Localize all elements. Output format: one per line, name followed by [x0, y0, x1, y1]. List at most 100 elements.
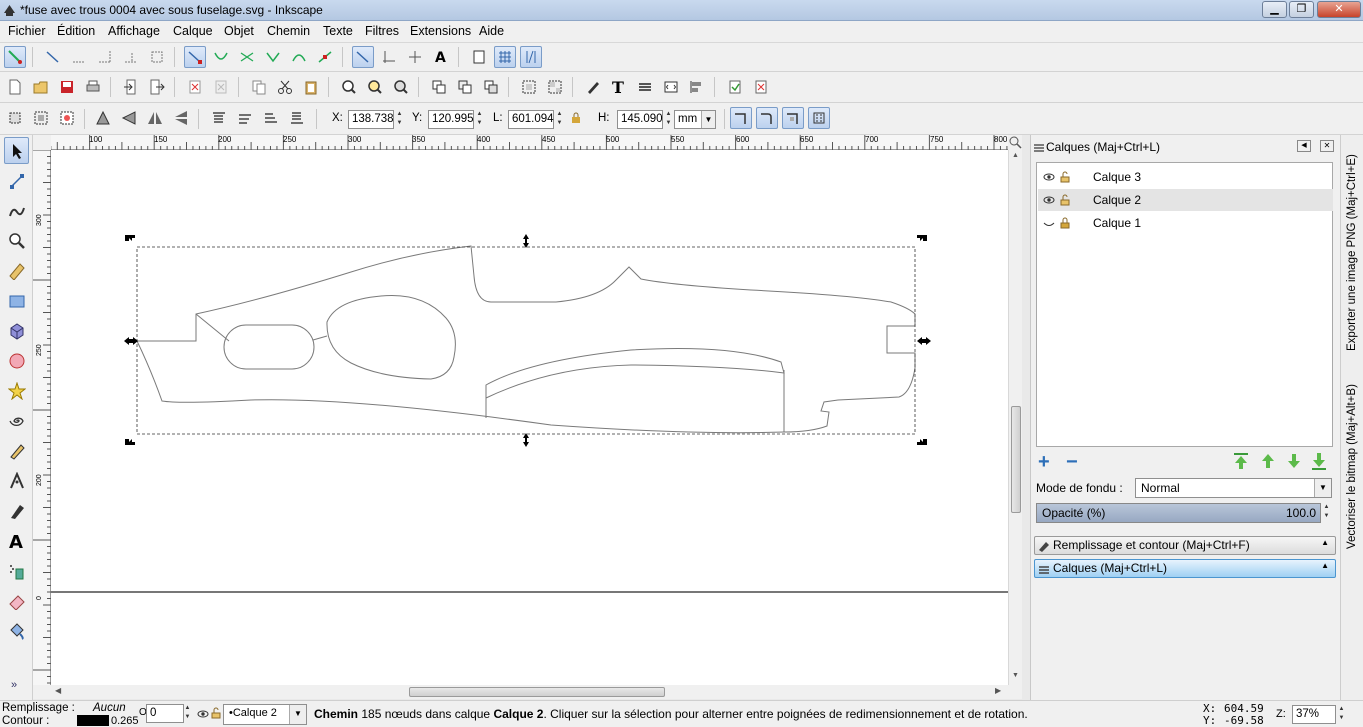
menu-texte[interactable]: Texte — [323, 24, 353, 38]
vertical-scrollbar[interactable]: ▲ ▼ — [1008, 150, 1022, 685]
snap-grid-icon[interactable] — [494, 46, 516, 68]
lock-open-icon[interactable] — [211, 707, 221, 719]
pencil-tool-icon[interactable] — [4, 437, 29, 464]
menu-filtres[interactable]: Filtres — [365, 24, 399, 38]
layer-up-icon[interactable] — [1259, 452, 1277, 470]
horizontal-scrollbar[interactable]: ◀ ▶ — [51, 685, 1008, 699]
dock-collapse-icon[interactable]: ◀ — [1297, 140, 1311, 152]
add-layer-icon[interactable]: + — [1038, 452, 1050, 472]
measure-tool-icon[interactable] — [4, 257, 29, 284]
zoom-tool-icon[interactable] — [4, 227, 29, 254]
spiral-tool-icon[interactable] — [4, 407, 29, 434]
maximize-button[interactable]: ❐ — [1289, 1, 1314, 18]
node-tool-icon[interactable] — [4, 167, 29, 194]
lock-closed-icon[interactable] — [1060, 217, 1070, 229]
handle-sw-icon[interactable] — [125, 439, 135, 445]
menu-fichier[interactable]: Fichier — [8, 24, 46, 38]
spray-tool-icon[interactable] — [4, 557, 29, 584]
zoom-drawing-icon[interactable] — [364, 76, 386, 98]
snap-midpoints-icon[interactable] — [314, 46, 336, 68]
inkscape-preferences-icon[interactable] — [750, 76, 772, 98]
snap-page-border-icon[interactable] — [468, 46, 490, 68]
menu-affichage[interactable]: Affichage — [108, 24, 160, 38]
unlink-clone-icon[interactable] — [480, 76, 502, 98]
menu-chemin[interactable]: Chemin — [267, 24, 310, 38]
group-icon[interactable] — [518, 76, 540, 98]
scale-stroke-icon[interactable] — [730, 107, 752, 129]
lower-icon[interactable] — [260, 107, 282, 129]
handle-e-icon[interactable] — [917, 337, 931, 345]
text-font-icon[interactable]: T — [608, 76, 630, 98]
snap-toggle-icon[interactable] — [4, 46, 26, 68]
snap-intersections-icon[interactable] — [236, 46, 258, 68]
align-distribute-icon[interactable] — [686, 76, 708, 98]
duplicate-icon[interactable] — [428, 76, 450, 98]
select-all-icon[interactable] — [4, 107, 26, 129]
clone-icon[interactable] — [454, 76, 476, 98]
snap-rotation-center-icon[interactable] — [404, 46, 426, 68]
import-icon[interactable] — [120, 76, 142, 98]
snap-paths-icon[interactable] — [210, 46, 232, 68]
height-input[interactable]: 145.090 — [617, 110, 663, 129]
zoom-input[interactable]: 37% — [1292, 705, 1336, 724]
toolbox-more-icon[interactable]: » — [11, 679, 17, 691]
x-spinner[interactable]: ▲ ▼ — [395, 110, 404, 129]
remove-layer-icon[interactable]: − — [1066, 452, 1078, 472]
redo-icon[interactable] — [210, 76, 232, 98]
scroll-up-icon[interactable]: ▲ — [1012, 152, 1019, 159]
x-input[interactable]: 138.738 — [348, 110, 394, 129]
fuselage-path[interactable] — [136, 245, 916, 434]
star-tool-icon[interactable] — [4, 377, 29, 404]
eye-closed-icon[interactable] — [1043, 218, 1055, 228]
snap-bbox-corner-icon[interactable] — [94, 46, 116, 68]
drawing[interactable] — [51, 150, 1008, 685]
eye-open-icon[interactable] — [1043, 172, 1055, 182]
rectangle-tool-icon[interactable] — [4, 287, 29, 314]
layer-to-top-icon[interactable] — [1232, 452, 1250, 470]
open-document-icon[interactable] — [30, 76, 52, 98]
scroll-right-icon[interactable]: ▶ — [995, 686, 1001, 695]
xml-editor-icon[interactable] — [660, 76, 682, 98]
current-layer-select[interactable]: •Calque 2 ▼ — [223, 704, 307, 725]
opacity-slider[interactable]: Opacité (%) 100.0 — [1036, 503, 1321, 523]
vertical-scroll-thumb[interactable] — [1011, 406, 1021, 513]
export-icon[interactable] — [146, 76, 168, 98]
snap-nodes-icon[interactable] — [184, 46, 206, 68]
new-document-icon[interactable] — [4, 76, 26, 98]
zoom-corner-icon[interactable] — [1008, 135, 1022, 150]
object-opacity-spinner[interactable]: ▲ ▼ — [183, 704, 192, 723]
pen-tool-icon[interactable] — [4, 467, 29, 494]
zoom-selection-icon[interactable] — [338, 76, 360, 98]
y-input[interactable]: 120.995 — [428, 110, 474, 129]
handle-s-icon[interactable] — [523, 433, 529, 447]
handle-n-icon[interactable] — [523, 234, 529, 248]
handle-se-icon[interactable] — [917, 439, 927, 445]
horizontal-scroll-thumb[interactable] — [409, 687, 665, 697]
move-patterns-icon[interactable] — [808, 107, 830, 129]
snap-cusp-icon[interactable] — [262, 46, 284, 68]
trace-bitmap-tab[interactable]: Vectoriser le bitmap (Maj+Alt+B) — [1344, 363, 1361, 553]
flip-vertical-icon[interactable] — [170, 107, 192, 129]
snap-bbox-icon[interactable] — [42, 46, 64, 68]
scroll-left-icon[interactable]: ◀ — [55, 686, 61, 695]
menu-calque[interactable]: Calque — [173, 24, 213, 38]
menu-extensions[interactable]: Extensions — [410, 24, 471, 38]
fill-value[interactable]: Aucun — [93, 702, 126, 714]
snap-bbox-midpoint-icon[interactable] — [120, 46, 142, 68]
layers-icon[interactable] — [634, 76, 656, 98]
handle-ne-icon[interactable] — [917, 235, 927, 241]
height-spinner[interactable]: ▲ ▼ — [664, 110, 673, 129]
layer-to-bottom-icon[interactable] — [1310, 452, 1328, 470]
eye-open-icon[interactable] — [1043, 195, 1055, 205]
stroke-width-value[interactable]: 0.265 — [111, 715, 139, 727]
undo-icon[interactable] — [184, 76, 206, 98]
snap-text-baseline-icon[interactable]: A — [430, 46, 452, 68]
handle-w-icon[interactable] — [124, 337, 138, 345]
menu-aide[interactable]: Aide — [479, 24, 504, 38]
print-icon[interactable] — [82, 76, 104, 98]
y-spinner[interactable]: ▲ ▼ — [475, 110, 484, 129]
eraser-tool-icon[interactable] — [4, 587, 29, 614]
menu-edition[interactable]: Édition — [57, 24, 95, 38]
menu-objet[interactable]: Objet — [224, 24, 254, 38]
tweak-tool-icon[interactable] — [4, 197, 29, 224]
